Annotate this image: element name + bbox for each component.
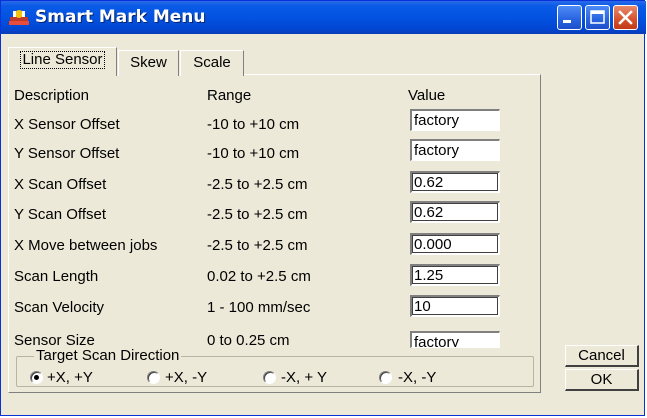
scan-length-field[interactable]: 1.25 xyxy=(410,264,500,286)
maximize-button[interactable] xyxy=(585,5,610,30)
scan-velocity-field[interactable]: 10 xyxy=(410,295,500,317)
radio-label: -X, + Y xyxy=(281,369,327,386)
cancel-button[interactable]: Cancel xyxy=(565,345,639,367)
tab-line-sensor[interactable]: Line Sensor xyxy=(8,47,117,76)
scan-direction-caption: Target Scan Direction xyxy=(34,347,182,364)
row-description: Scan Velocity xyxy=(14,299,105,316)
radio-pos-x-pos-y[interactable] xyxy=(30,371,43,384)
row-range: 0.02 to +2.5 cm xyxy=(207,268,311,285)
header-description: Description xyxy=(14,87,90,104)
row-range: -10 to +10 cm xyxy=(207,145,300,162)
y-scan-offset-field[interactable]: 0.62 xyxy=(410,201,500,223)
row-range: -10 to +10 cm xyxy=(207,116,300,133)
radio-label: +X, +Y xyxy=(47,369,93,386)
radio-neg-x-pos-y[interactable] xyxy=(263,371,276,384)
window-title: Smart Mark Menu xyxy=(35,7,206,27)
x-sensor-offset-field[interactable]: factory xyxy=(410,109,500,131)
title-bar[interactable]: Smart Mark Menu xyxy=(1,1,646,34)
header-value: Value xyxy=(408,87,446,104)
tab-skew[interactable]: Skew xyxy=(118,50,179,76)
minimize-icon xyxy=(563,20,571,23)
radio-label: +X, -Y xyxy=(165,369,208,386)
app-icon xyxy=(9,10,29,25)
row-range: 0 to 0.25 cm xyxy=(207,332,290,349)
row-range: 1 - 100 mm/sec xyxy=(207,299,311,316)
row-range: -2.5 to +2.5 cm xyxy=(207,206,308,223)
tab-scale[interactable]: Scale xyxy=(180,50,244,76)
dialog-window: Smart Mark Menu Line Sensor Skew Scale D… xyxy=(0,0,646,416)
maximize-icon xyxy=(590,10,605,24)
close-button[interactable] xyxy=(613,5,638,30)
row-description: X Scan Offset xyxy=(14,176,107,193)
tab-label: Line Sensor xyxy=(20,51,105,69)
header-range: Range xyxy=(207,87,252,104)
row-range: -2.5 to +2.5 cm xyxy=(207,237,308,254)
radio-label: -X, -Y xyxy=(398,369,437,386)
minimize-button[interactable] xyxy=(557,5,582,30)
radio-neg-x-neg-y[interactable] xyxy=(379,371,392,384)
x-scan-offset-field[interactable]: 0.62 xyxy=(410,171,500,193)
y-sensor-offset-field[interactable]: factory xyxy=(410,139,500,161)
close-icon xyxy=(618,10,633,25)
x-move-between-jobs-field[interactable]: 0.000 xyxy=(410,233,500,255)
row-range: -2.5 to +2.5 cm xyxy=(207,176,308,193)
row-description: Y Scan Offset xyxy=(14,206,106,223)
sensor-size-field[interactable]: factory xyxy=(410,331,500,348)
ok-button[interactable]: OK xyxy=(565,369,639,391)
row-description: X Sensor Offset xyxy=(14,116,120,133)
row-description: X Move between jobs xyxy=(14,237,158,254)
radio-pos-x-neg-y[interactable] xyxy=(147,371,160,384)
row-description: Y Sensor Offset xyxy=(14,145,120,162)
row-description: Scan Length xyxy=(14,268,99,285)
